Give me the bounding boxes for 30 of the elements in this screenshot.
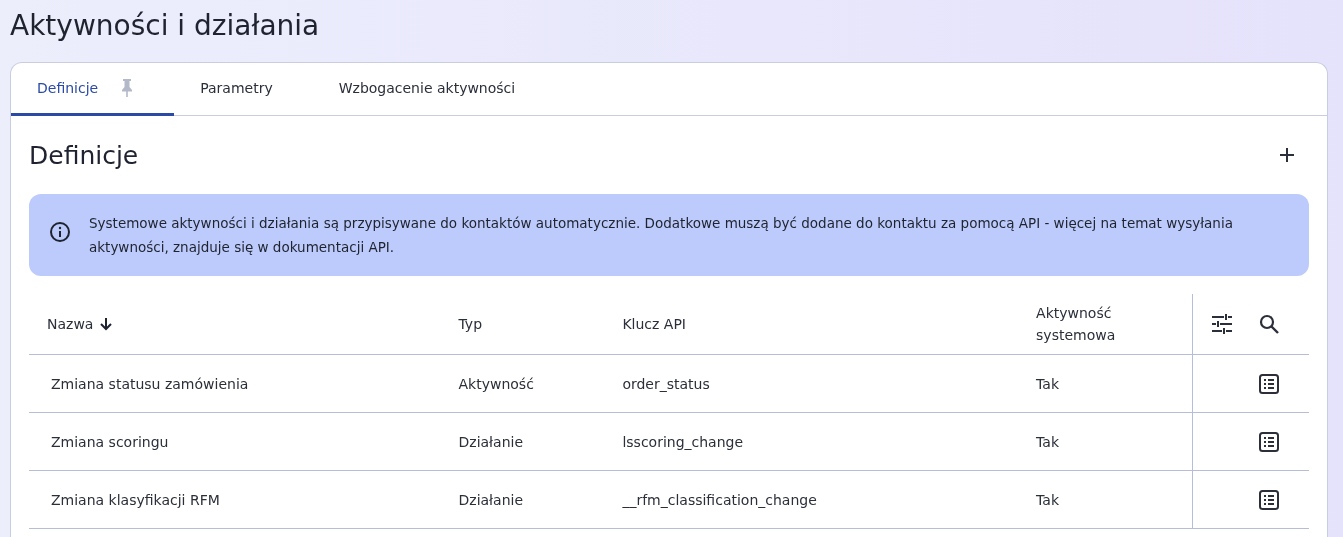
filter-sliders-icon[interactable] [1211, 314, 1233, 334]
info-icon [49, 221, 71, 243]
add-icon[interactable] [1279, 147, 1295, 163]
table-cell: Tak [1036, 375, 1059, 392]
column-header[interactable]: Typ [458, 316, 483, 332]
list-details-icon[interactable] [1259, 373, 1279, 394]
search-icon[interactable] [1259, 314, 1279, 334]
section-title: Definicje [29, 140, 139, 170]
info-text: Systemowe aktywności i działania są przypisywane do kontaktów automatycznie. Dodatkowe muszą być dodane do kontaktu za pomocą API - więcej na temat wysyłania aktywności, znajduje się w dokumentacji API. [89, 214, 1234, 257]
list-details-icon[interactable] [1259, 489, 1279, 510]
table-cell: Tak [1036, 433, 1059, 450]
table-cell: order_status [622, 375, 710, 392]
column-header[interactable]: Nazwa [47, 316, 94, 332]
tab[interactable]: Wzbogacenie aktywności [312, 63, 556, 116]
table-cell: Zmiana scoringu [51, 433, 169, 450]
column-header[interactable]: Aktywność systemowa [1036, 302, 1174, 346]
table-cell: __rfm_classification_change [622, 491, 817, 508]
table-cell: Działanie [458, 433, 524, 450]
column-header[interactable]: Klucz API [622, 316, 686, 332]
page-title: Aktywności i działania [10, 8, 321, 44]
table-cell: Zmiana klasyfikacji RFM [51, 491, 220, 508]
table-cell: Aktywność [458, 375, 534, 392]
table-cell: Działanie [458, 491, 524, 508]
tab[interactable]: Definicje [11, 63, 175, 116]
list-details-icon[interactable] [1259, 431, 1279, 452]
sort-arrow-icon[interactable] [99, 317, 114, 331]
table-cell: Zmiana statusu zamówienia [51, 375, 249, 392]
table-cell: lsscoring_change [622, 433, 744, 450]
tab[interactable]: Parametry [174, 63, 313, 116]
table-cell: Tak [1036, 491, 1059, 508]
